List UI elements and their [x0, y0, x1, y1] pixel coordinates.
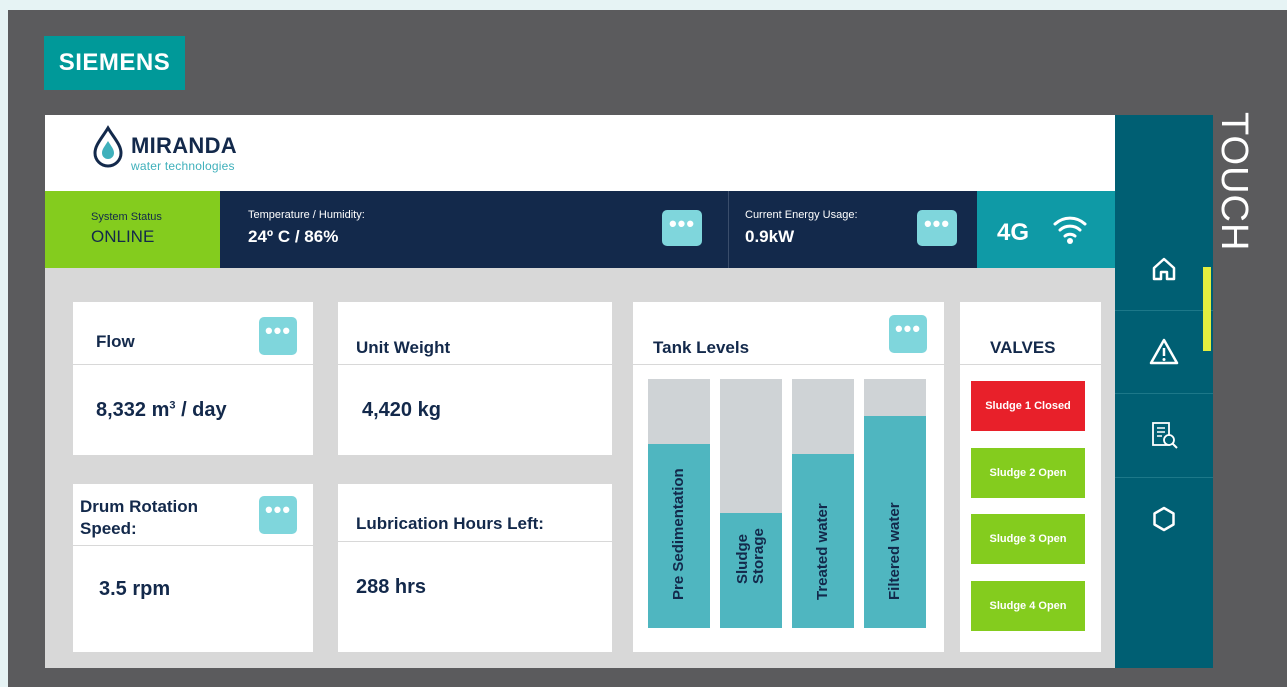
tank-label: Treated water: [814, 503, 831, 600]
temp-humidity-label: Temperature / Humidity:: [248, 209, 365, 221]
brand-name: MIRANDA: [131, 133, 237, 158]
tank-label: Sludge Storage: [734, 528, 767, 584]
card-divider: [73, 364, 313, 365]
tank-levels-card: Tank Levels ••• Pre Sedimentation Sludge S…: [633, 302, 944, 652]
flow-title: Flow: [96, 332, 135, 351]
tank-bar: Treated water: [792, 379, 854, 628]
nav-reports[interactable]: [1115, 394, 1213, 478]
tank-levels-title: Tank Levels: [653, 338, 750, 357]
unit-weight-value: 4,420 kg: [362, 399, 441, 421]
card-divider: [633, 364, 944, 365]
card-divider: [73, 545, 313, 546]
wifi-icon: [1053, 216, 1087, 244]
tank-bar: Pre Sedimentation: [648, 379, 710, 628]
nav-active-indicator: [1203, 267, 1211, 351]
card-divider: [338, 364, 612, 365]
water-drop-logo-icon: [93, 125, 123, 168]
status-bar: System Status ONLINE Temperature / Humid…: [45, 191, 1115, 268]
tank-bar: Sludge Storage: [720, 379, 782, 628]
energy-label: Current Energy Usage:: [745, 209, 858, 221]
valve-button[interactable]: Sludge 2 Open: [971, 447, 1085, 498]
siemens-logo: SIEMENS: [44, 36, 185, 90]
system-status: System Status ONLINE: [45, 191, 220, 268]
drum-rotation-title: Drum Rotation Speed:: [80, 497, 199, 538]
tank-label: Pre Sedimentation: [670, 468, 687, 600]
valves-card: VALVES Sludge 1 Closed Sludge 2 Open Sludg…: [960, 302, 1101, 652]
flow-card: Flow ••• 8,332 m3 / day: [73, 302, 313, 455]
system-status-value: ONLINE: [91, 227, 155, 246]
drum-rotation-card: Drum Rotation Speed: ••• 3.5 rpm: [73, 484, 313, 652]
nav-settings[interactable]: [1115, 478, 1213, 562]
valve-button[interactable]: Sludge 4 Open: [971, 580, 1085, 631]
flow-more-button[interactable]: •••: [259, 317, 297, 355]
valve-button[interactable]: Sludge 1 Closed: [971, 381, 1085, 431]
flow-value: 8,332 m3 / day: [96, 399, 227, 421]
card-divider: [338, 541, 612, 542]
card-divider: [960, 364, 1101, 365]
temp-more-button[interactable]: •••: [662, 210, 702, 246]
drum-rotation-value: 3.5 rpm: [99, 578, 171, 600]
touch-label: TOUCH: [1213, 112, 1255, 252]
home-icon: [1152, 257, 1176, 281]
unit-weight-title: Unit Weight: [356, 338, 451, 357]
valve-button[interactable]: Sludge 3 Open: [971, 514, 1085, 564]
lubrication-card: Lubrication Hours Left: 288 hrs: [338, 484, 612, 652]
temp-humidity-value: 24º C / 86%: [248, 227, 339, 246]
status-divider: [728, 191, 729, 268]
unit-weight-card: Unit Weight 4,420 kg: [338, 302, 612, 455]
nav-alerts[interactable]: [1115, 311, 1213, 395]
lubrication-title: Lubrication Hours Left:: [356, 514, 544, 533]
brand-tagline: water technologies: [131, 159, 235, 173]
energy-more-button[interactable]: •••: [917, 210, 957, 246]
network-status: 4G: [977, 191, 1115, 268]
system-status-label: System Status: [91, 211, 162, 223]
drum-more-button[interactable]: •••: [259, 496, 297, 534]
tank-label: Filtered water: [886, 502, 903, 600]
alert-icon: [1149, 338, 1179, 365]
brand-bar: MIRANDA water technologies: [45, 115, 1115, 191]
side-nav: [1115, 115, 1213, 668]
network-type: 4G: [997, 219, 1030, 246]
energy-value: 0.9kW: [745, 227, 795, 246]
valves-title: VALVES: [990, 338, 1056, 357]
report-search-icon: [1152, 422, 1178, 449]
lubrication-value: 288 hrs: [356, 576, 427, 598]
tank-bar: Filtered water: [864, 379, 926, 628]
settings-icon: [1153, 506, 1175, 532]
tank-more-button[interactable]: •••: [889, 315, 927, 353]
hmi-screen: MIRANDA water technologies System Status…: [45, 115, 1115, 668]
nav-home[interactable]: [1115, 228, 1213, 312]
